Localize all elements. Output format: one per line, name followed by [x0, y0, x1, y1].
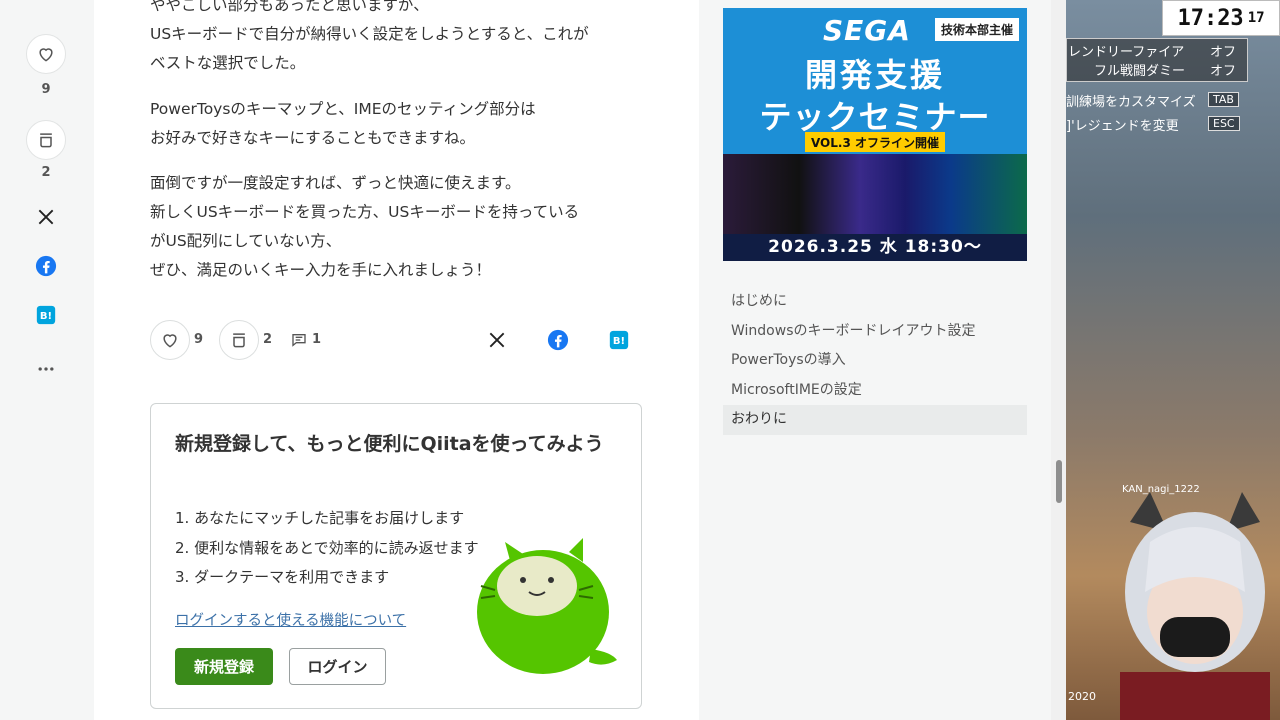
setting-label: レンドリーファイア	[1068, 45, 1185, 60]
text-line: ぜひ、満足のいくキー入力を手に入れましょう！	[150, 261, 492, 279]
hatena-bookmark-icon[interactable]: B!	[609, 330, 629, 354]
right-sidebar: SEGA 技術本部主催 開発支援 テックセミナー VOL.3 オフライン開催 2…	[699, 0, 1051, 720]
login-button[interactable]: ログイン	[289, 648, 386, 685]
stock-count: 2	[263, 332, 273, 347]
comment-count: 1	[312, 332, 322, 347]
text-line: ややこしい部分もあったと思いますが、	[150, 0, 429, 14]
facebook-share-icon[interactable]	[34, 254, 58, 278]
paragraph: PowerToysのキーマップと、IMEのセッティング部分は お好みで好きなキー…	[150, 95, 536, 153]
heart-icon	[39, 48, 53, 62]
svg-text:B!: B!	[613, 336, 625, 347]
more-options-icon[interactable]	[34, 357, 58, 381]
bottom-counter: 2020	[1068, 690, 1096, 703]
setting-value: オフ	[1210, 64, 1237, 79]
text-line: PowerToysのキーマップと、IMEのセッティング部分は	[150, 100, 536, 118]
like-count: 9	[194, 332, 204, 347]
setting-label: フル戦闘ダミー	[1094, 64, 1186, 79]
ad-banner[interactable]: SEGA 技術本部主催 開発支援 テックセミナー VOL.3 オフライン開催 2…	[723, 8, 1027, 261]
toc-item[interactable]: PowerToysの導入	[723, 346, 1027, 376]
key-hint: TAB	[1208, 92, 1239, 107]
like-button[interactable]	[150, 320, 190, 360]
ad-game-images	[723, 154, 1027, 234]
clock-seconds: 17	[1247, 10, 1265, 26]
clock-time: 17:23	[1177, 5, 1244, 31]
ad-brand: SEGA	[823, 14, 911, 47]
scrollbar[interactable]	[1051, 0, 1066, 720]
ad-vol: VOL.3 オフライン開催	[805, 132, 945, 152]
stock-icon	[233, 333, 245, 348]
social-rail: 9 2 B!	[0, 0, 94, 720]
table-of-contents: はじめに Windowsのキーボードレイアウト設定 PowerToysの導入 M…	[723, 287, 1027, 435]
stock-icon	[40, 133, 52, 148]
game-stream-overlay: レンドリーファイア オフ フル戦闘ダミー オフ 訓練場をカスタマイズ TAB ]…	[1066, 0, 1280, 720]
signup-card: 新規登録して、もっと便利にQiitaを使ってみよう 1. あなたにマッチした記事…	[150, 403, 642, 709]
article-actions: 9 2 1 B!	[150, 320, 630, 360]
ad-date: 2026.3.25 水 18:30～	[723, 234, 1027, 261]
login-features-link[interactable]: ログインすると使える機能について	[175, 609, 406, 630]
key-hint: ESC	[1208, 116, 1240, 131]
ad-badge: 技術本部主催	[934, 18, 1019, 41]
toc-item[interactable]: はじめに	[723, 287, 1027, 317]
scrollbar-thumb[interactable]	[1056, 460, 1062, 503]
stock-button[interactable]	[219, 320, 259, 360]
hint-label: ]'レジェンドを変更	[1066, 119, 1179, 134]
x-share-icon[interactable]	[487, 330, 507, 354]
ad-headline: 開発支援	[804, 56, 945, 94]
signup-title: 新規登録して、もっと便利にQiitaを使ってみよう	[175, 433, 604, 455]
like-button[interactable]	[26, 34, 66, 74]
text-line: USキーボードで自分が納得いく設定をしようとすると、これが	[150, 25, 589, 43]
benefit-item: 2. 便利な情報をあとで効率的に読み返せます	[175, 538, 479, 557]
paragraph: 面倒ですが一度設定すれば、ずっと快適に使えます。 新しくUSキーボードを買った方…	[150, 169, 579, 285]
x-share-icon[interactable]	[34, 205, 58, 229]
comment-icon[interactable]	[291, 332, 307, 352]
paragraph: ややこしい部分もあったと思いますが、 USキーボードで自分が納得いく設定をしよう…	[150, 0, 589, 78]
toc-item[interactable]: MicrosoftIMEの設定	[723, 376, 1027, 406]
text-line: 新しくUSキーボードを買った方、USキーボードを持っている	[150, 203, 580, 221]
text-line: お好みで好きなキーにすることもできますね。	[150, 129, 476, 147]
qiita-mascot-image	[477, 538, 617, 674]
text-line: 面倒ですが一度設定すれば、ずっと快適に使えます。	[150, 174, 521, 192]
vtuber-avatar-image	[1120, 492, 1270, 720]
setting-value: オフ	[1210, 45, 1237, 60]
hatena-bookmark-icon[interactable]: B!	[34, 303, 58, 327]
benefit-list: 1. あなたにマッチした記事をお届けします 2. 便利な情報をあとで効率的に読み…	[175, 504, 479, 593]
svg-text:B!: B!	[40, 311, 52, 322]
facebook-share-icon[interactable]	[547, 329, 569, 355]
toc-item-active[interactable]: おわりに	[723, 405, 1027, 435]
register-button[interactable]: 新規登録	[175, 648, 273, 685]
heart-icon	[163, 334, 177, 348]
like-count: 9	[41, 82, 51, 97]
text-line: がUS配列にしていない方、	[150, 232, 342, 250]
stock-count: 2	[41, 165, 51, 180]
benefit-item: 3. ダークテーマを利用できます	[175, 568, 390, 586]
stock-button[interactable]	[26, 120, 66, 160]
text-line: ベストな選択でした。	[150, 54, 306, 72]
clock: 17:23 17	[1162, 0, 1280, 36]
article-body: ややこしい部分もあったと思いますが、 USキーボードで自分が納得いく設定をしよう…	[94, 0, 699, 720]
hint-label: 訓練場をカスタマイズ	[1066, 95, 1196, 110]
benefit-item: 1. あなたにマッチした記事をお届けします	[175, 509, 465, 527]
toc-item[interactable]: Windowsのキーボードレイアウト設定	[723, 317, 1027, 347]
